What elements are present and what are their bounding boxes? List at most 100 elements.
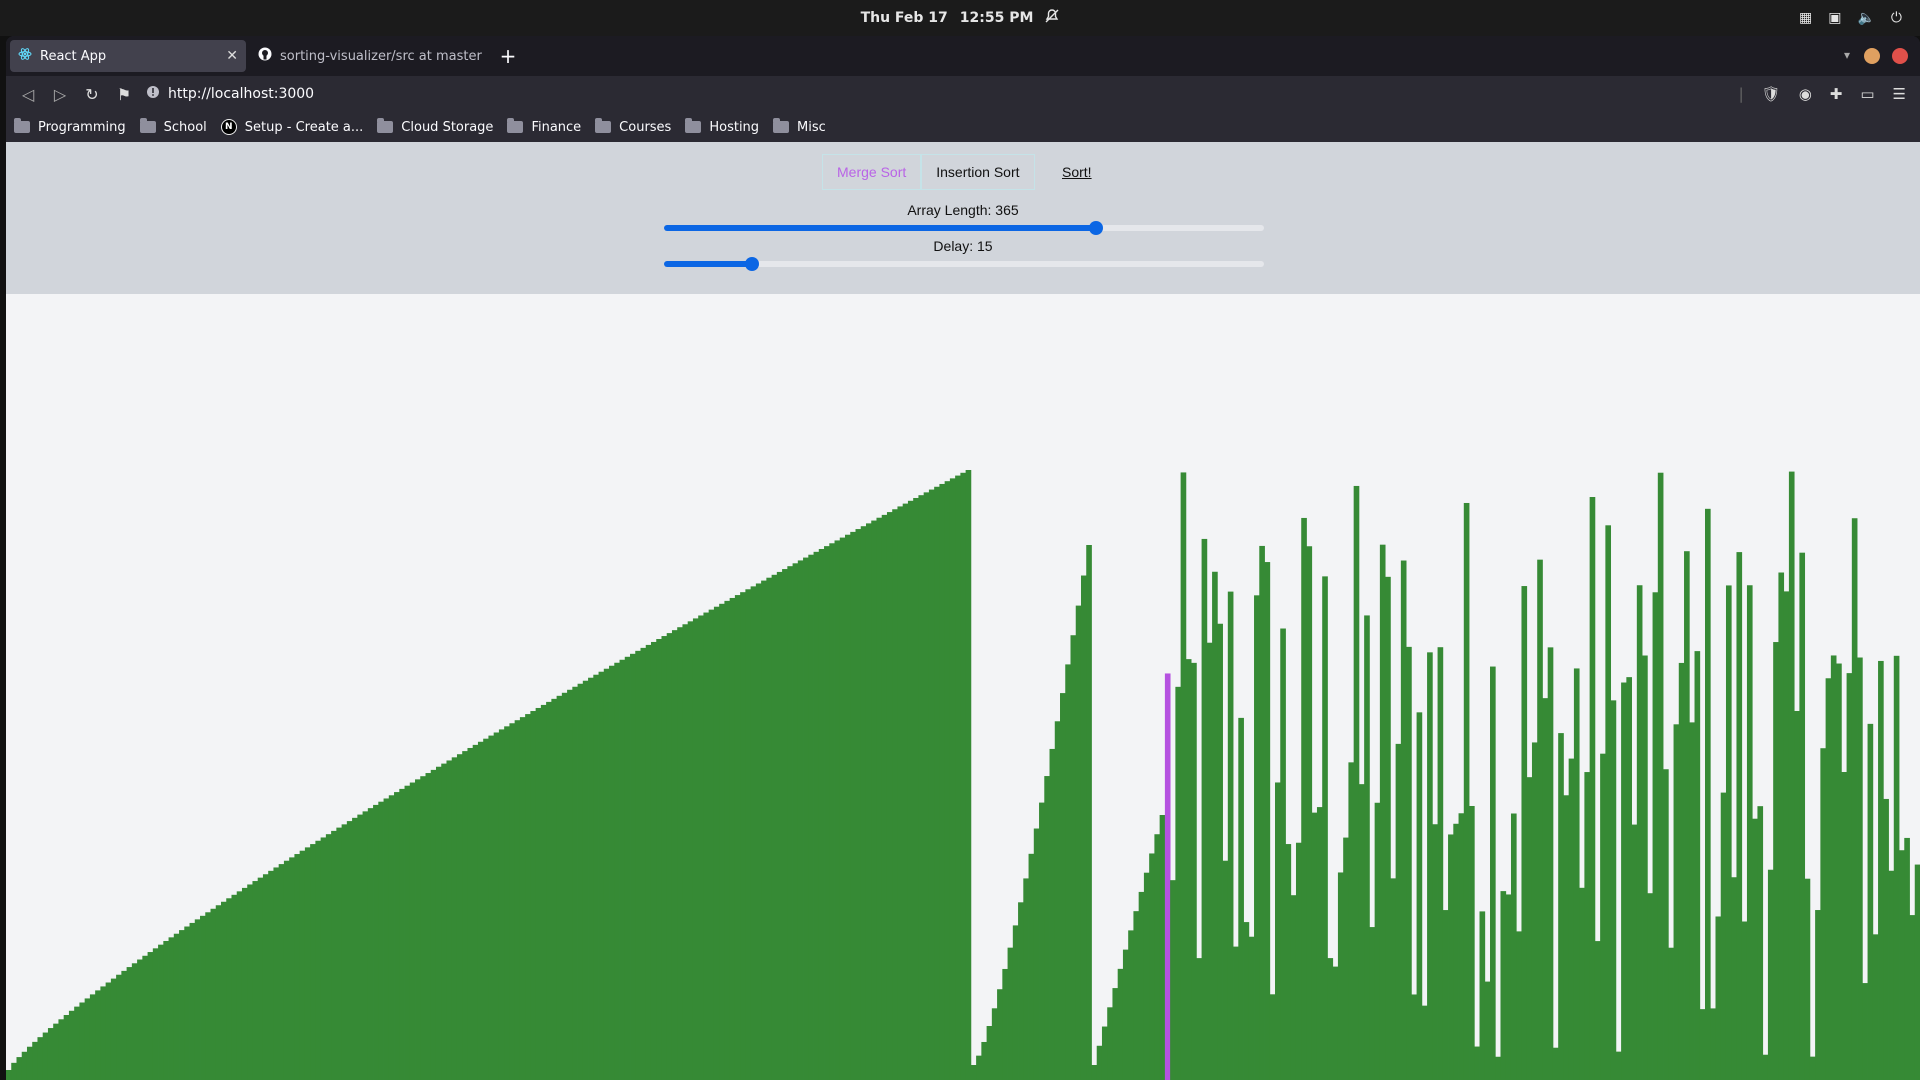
bookmark-school[interactable]: School [139, 118, 207, 135]
folder-icon [507, 118, 524, 133]
algorithm-selector: Merge Sort Insertion Sort [822, 154, 1035, 190]
reload-icon[interactable]: ↻ [76, 78, 108, 110]
array-bar [116, 974, 122, 1080]
wallet-icon[interactable]: ▭ [1860, 85, 1874, 103]
url-bar[interactable]: http://localhost:3000 [146, 80, 1746, 108]
array-bar [1054, 721, 1061, 1080]
array-bar [897, 506, 904, 1080]
ublock-icon[interactable]: ◉ [1799, 85, 1812, 103]
array-bar [1783, 591, 1790, 1080]
tab-list-icon[interactable]: ▾ [1844, 48, 1850, 62]
extensions-icon[interactable]: ✚ [1830, 85, 1843, 103]
array-bar [1018, 902, 1024, 1080]
array-bar [1836, 663, 1842, 1080]
sort-button[interactable]: Sort! [1062, 154, 1092, 190]
array-bar [1495, 1056, 1501, 1080]
array-bar [1804, 878, 1811, 1080]
bookmark-cloud-storage[interactable]: Cloud Storage [377, 118, 493, 135]
slider-thumb[interactable] [1089, 221, 1103, 235]
info-icon[interactable] [146, 85, 160, 103]
array-bar [1301, 517, 1307, 1080]
bookmark-misc[interactable]: Misc [773, 118, 826, 135]
slider-fill [664, 225, 1096, 231]
array-bar [1594, 941, 1601, 1080]
delay-slider[interactable] [664, 257, 1264, 271]
array-bar [200, 915, 206, 1080]
array-length-slider[interactable] [664, 221, 1264, 235]
array-bar [1044, 776, 1050, 1080]
tab-react-app[interactable]: React App ✕ [10, 40, 246, 72]
menu-icon[interactable]: ☰ [1893, 85, 1906, 103]
array-bar [944, 481, 951, 1080]
array-bar [671, 630, 678, 1080]
close-window-button[interactable] [1892, 48, 1908, 64]
array-bar [1180, 472, 1187, 1080]
bookmark-label: Finance [531, 119, 582, 135]
bookmark-icon[interactable]: ⚑ [108, 78, 140, 110]
array-bar [1264, 562, 1271, 1080]
array-bar [1327, 958, 1334, 1080]
array-bar [1563, 795, 1570, 1080]
array-bar [519, 717, 526, 1080]
array-bar [1442, 910, 1449, 1080]
power-icon[interactable]: ⏻ [1891, 10, 1902, 26]
array-bar [451, 757, 458, 1080]
array-bar [6, 1070, 12, 1080]
forward-icon[interactable]: ▷ [44, 78, 76, 110]
array-bar [1133, 911, 1140, 1080]
layout-icon[interactable]: ▦ [1799, 10, 1812, 26]
array-bar [1767, 869, 1774, 1080]
back-icon[interactable]: ◁ [12, 78, 44, 110]
date-text: Thu Feb 17 [860, 10, 948, 26]
bookmark-courses[interactable]: Courses [595, 118, 671, 135]
array-bar [818, 548, 825, 1080]
bookmark-programming[interactable]: Programming [14, 118, 126, 135]
array-bar [488, 735, 495, 1080]
array-bar [1558, 733, 1564, 1080]
array-bar [1275, 782, 1281, 1080]
clock[interactable]: Thu Feb 17 12:55 PM [0, 0, 1920, 36]
folder-icon [773, 118, 790, 133]
array-bar [1374, 802, 1381, 1080]
close-tab-icon[interactable]: ✕ [226, 48, 238, 64]
array-bar [771, 574, 778, 1080]
volume-icon[interactable]: 🔈 [1857, 10, 1874, 26]
array-bar [1233, 946, 1239, 1080]
array-bar [1154, 834, 1161, 1080]
bookmark-finance[interactable]: Finance [507, 118, 582, 135]
folder-icon [685, 118, 702, 133]
array-bar [1238, 717, 1244, 1080]
slider-thumb[interactable] [745, 257, 760, 271]
screenshot-icon[interactable]: ▣ [1828, 10, 1841, 26]
array-bar [1427, 652, 1433, 1080]
insertion-sort-button[interactable]: Insertion Sort [921, 154, 1035, 190]
array-bar [268, 870, 274, 1080]
array-bar [1479, 911, 1486, 1080]
array-bar [1904, 837, 1910, 1080]
bookmark-hosting[interactable]: Hosting [685, 118, 759, 135]
array-bar [776, 571, 783, 1080]
array-bar [1521, 586, 1528, 1080]
array-bar [1406, 646, 1412, 1080]
array-bar [682, 624, 689, 1080]
array-bar [845, 534, 851, 1080]
array-bar [1007, 947, 1014, 1080]
array-bar [892, 509, 898, 1080]
new-tab-button[interactable]: + [494, 42, 522, 70]
tab-github[interactable]: sorting-visualizer/src at master · [250, 40, 486, 72]
merge-sort-button[interactable]: Merge Sort [822, 154, 922, 190]
array-bar [1841, 772, 1847, 1080]
minimize-button[interactable] [1864, 48, 1880, 64]
array-bar [1657, 472, 1664, 1080]
folder-icon [139, 118, 156, 133]
array-bar [1217, 623, 1223, 1080]
brave-shield-icon[interactable]: 🛡 [1762, 85, 1781, 103]
bookmark-setup[interactable]: N Setup - Create a... [220, 119, 363, 135]
array-bar [383, 798, 390, 1080]
array-bar [766, 577, 772, 1080]
array-bar [1516, 931, 1522, 1080]
array-bar [808, 554, 814, 1080]
system-tray: ▦ ▣ 🔈 ⏻ [1799, 0, 1902, 36]
array-bar [89, 994, 96, 1080]
array-bar [645, 644, 652, 1080]
